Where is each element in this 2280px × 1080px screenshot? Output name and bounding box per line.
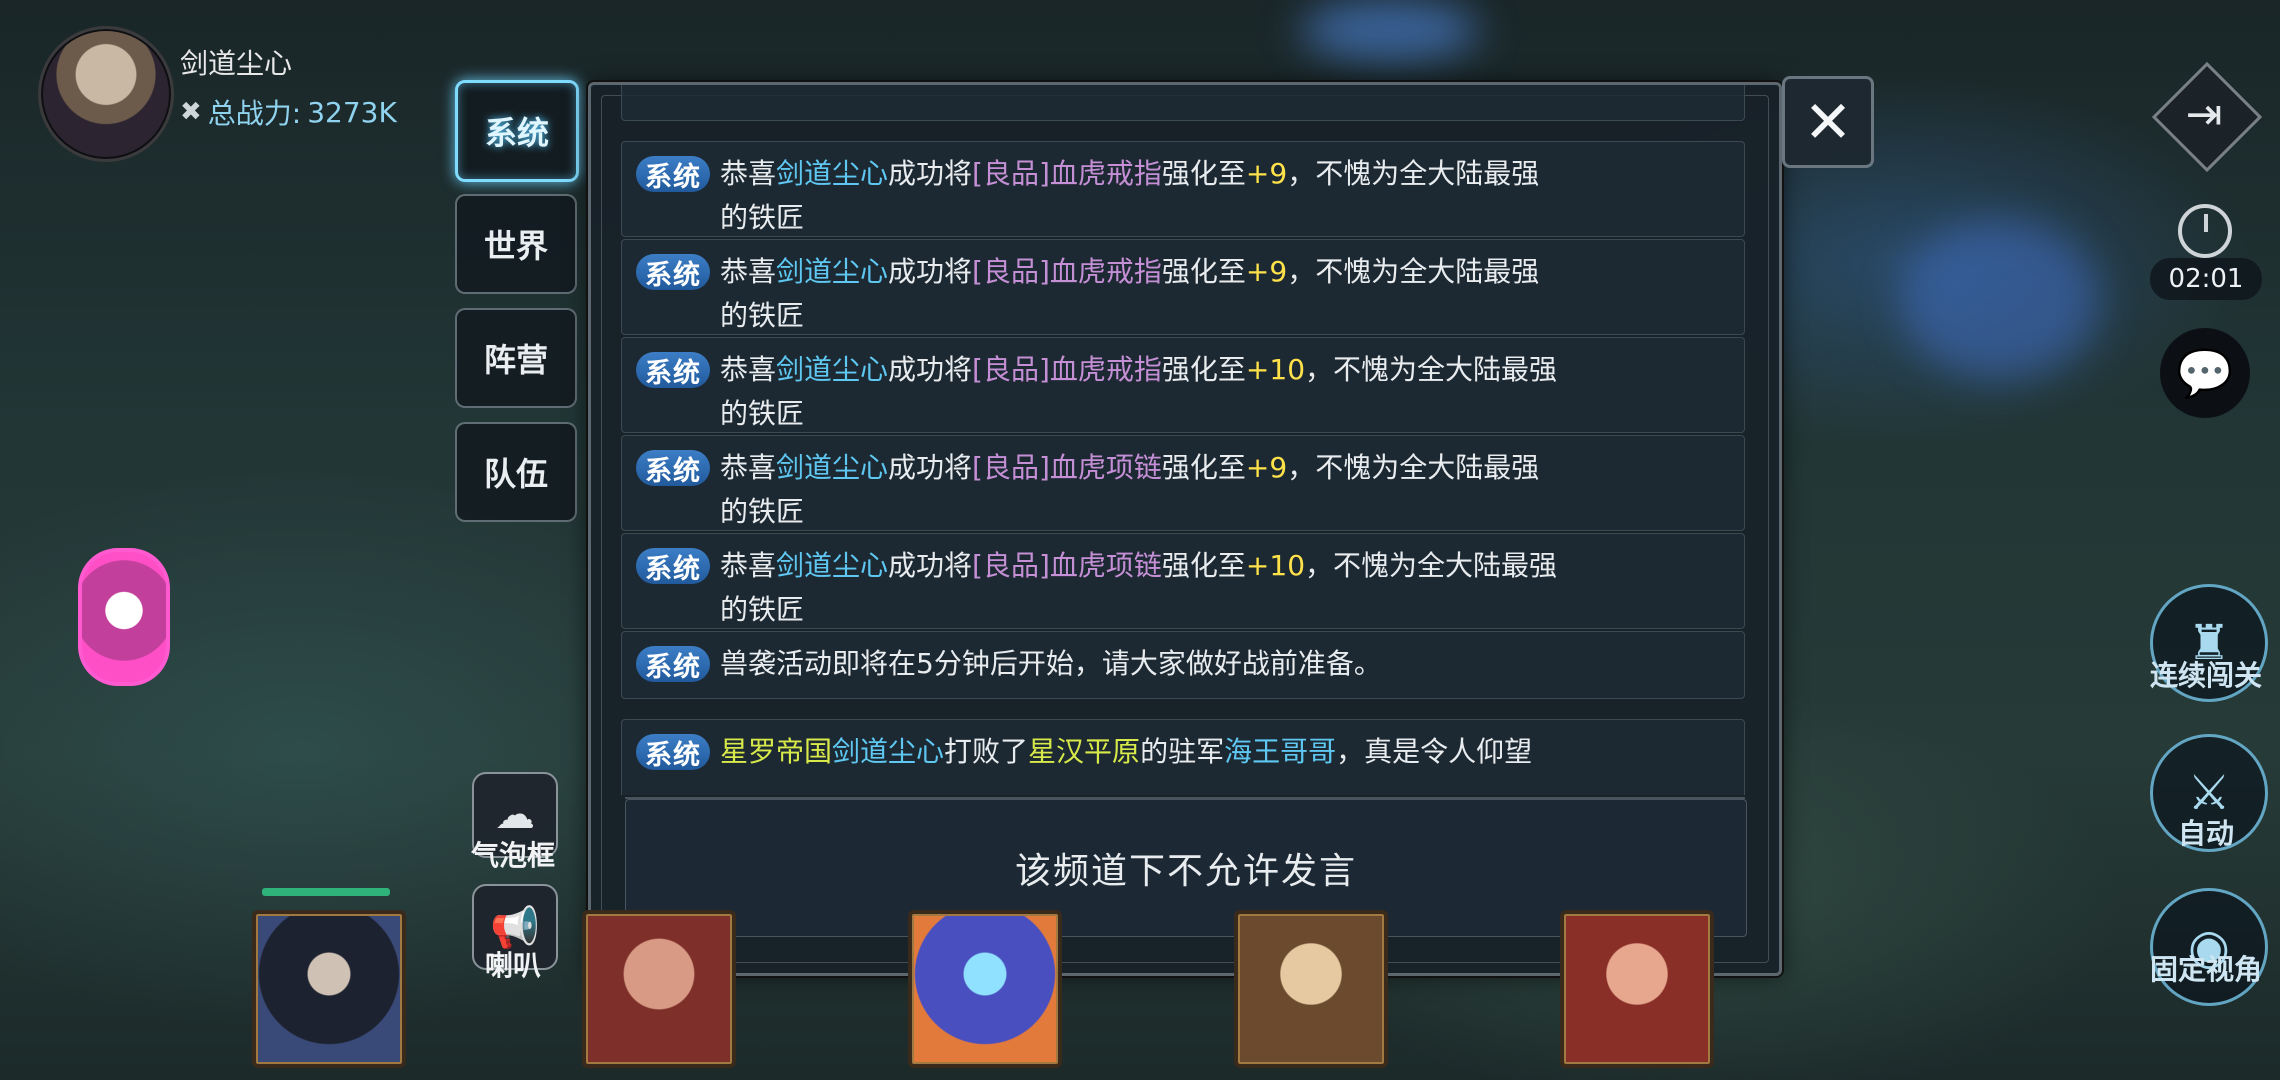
player-avatar[interactable] <box>38 26 174 162</box>
party-portrait[interactable] <box>1234 910 1388 1068</box>
party-portrait[interactable] <box>908 910 1062 1068</box>
list-item: 系统 恭喜剑道尘心成功将[良品]血虎戒指强化至+9，不愧为全大陆最强 的铁匠 <box>621 239 1745 335</box>
list-item: 系统 恭喜剑道尘心成功将[良品]血虎项链强化至+9，不愧为全大陆最强 的铁匠 <box>621 435 1745 531</box>
combat-power: ✖ 总战力: 3273K <box>180 92 397 132</box>
nation-name: 星罗帝国 <box>720 735 833 768</box>
list-item: 系统 兽袭活动即将在5分钟后开始，请大家做好战前准备。 <box>621 631 1745 699</box>
item-link[interactable]: [良品]血虎戒指 <box>972 255 1162 288</box>
party-portrait[interactable] <box>582 910 736 1068</box>
tab-system[interactable]: 系统 <box>455 80 579 182</box>
speech-bubble-icon: ☁ <box>495 792 535 838</box>
chat-bubbles-icon: 💬 <box>2176 345 2234 400</box>
close-icon: ✕ <box>1803 88 1853 156</box>
fixed-view-label: 固定视角 <box>2150 953 2263 986</box>
crossed-swords-icon: ✖ <box>180 97 202 127</box>
background-glow <box>1900 220 2100 380</box>
close-button[interactable]: ✕ <box>1782 76 1874 168</box>
item-link[interactable]: [良品]血虎项链 <box>972 549 1162 582</box>
system-badge: 系统 <box>636 646 710 683</box>
player-link[interactable]: 剑道尘心 <box>776 451 888 484</box>
place-name: 星汉平原 <box>1028 735 1141 768</box>
power-label: 总战力: <box>207 97 302 130</box>
system-badge: 系统 <box>636 734 710 771</box>
message-text: 恭喜剑道尘心成功将[良品]血虎项链强化至+9，不愧为全大陆最强 的铁匠 <box>720 451 1540 528</box>
background-glow <box>1300 0 1480 60</box>
item-link[interactable]: [良品]血虎戒指 <box>972 353 1162 386</box>
message-text: 恭喜剑道尘心成功将[良品]血虎戒指强化至+9，不愧为全大陆最强 的铁匠 <box>720 255 1540 332</box>
bubble-frame-label: 气泡框 <box>470 839 555 872</box>
player-link[interactable]: 剑道尘心 <box>776 157 888 190</box>
system-badge: 系统 <box>636 548 710 585</box>
timer-display: 02:01 <box>2150 258 2262 300</box>
player-info: 剑道尘心 ✖ 总战力: 3273K <box>38 24 458 162</box>
horn-label: 喇叭 <box>484 949 541 982</box>
continue-stage-label: 连续闯关 <box>2150 659 2263 692</box>
tab-team[interactable]: 队伍 <box>455 422 577 522</box>
hp-bar <box>262 888 390 896</box>
message-text: 恭喜剑道尘心成功将[良品]血虎戒指强化至+10，不愧为全大陆最强 的铁匠 <box>720 353 1558 430</box>
list-item: 系统 星罗帝国剑道尘心打败了星汉平原的驻军海王哥哥，真是令人仰望 <box>621 719 1745 795</box>
player-link[interactable]: 剑道尘心 <box>832 735 944 768</box>
power-value: 3273K <box>307 95 397 129</box>
tab-faction[interactable]: 阵营 <box>455 308 577 408</box>
list-item: 系统 恭喜剑道尘心成功将[良品]血虎项链强化至+10，不愧为全大陆最强 的铁匠 <box>621 533 1745 629</box>
message-text: 恭喜剑道尘心成功将[良品]血虎戒指强化至+9，不愧为全大陆最强 的铁匠 <box>720 157 1540 234</box>
system-badge: 系统 <box>636 156 710 193</box>
message-list[interactable]: 系统 恭喜剑道尘心成功将[良品]血虎戒指强化至+9，不愧为全大陆最强 的铁匠 系统… <box>605 85 1765 795</box>
system-badge: 系统 <box>636 254 710 291</box>
exit-icon: ⇥ <box>2185 88 2223 140</box>
stopwatch-icon <box>2178 204 2232 258</box>
chat-panel: 系统 恭喜剑道尘心成功将[良品]血虎戒指强化至+9，不愧为全大陆最强 的铁匠 系统… <box>588 82 1782 976</box>
tab-world[interactable]: 世界 <box>455 194 577 294</box>
player-link[interactable]: 剑道尘心 <box>776 353 888 386</box>
auto-label: 自动 <box>2177 817 2234 850</box>
system-badge: 系统 <box>636 352 710 389</box>
crossed-swords-icon: ⚔ <box>2187 765 2231 821</box>
list-item: 系统 恭喜剑道尘心成功将[良品]血虎戒指强化至+9，不愧为全大陆最强 的铁匠 <box>621 141 1745 237</box>
message-text: 星罗帝国剑道尘心打败了星汉平原的驻军海王哥哥，真是令人仰望 <box>720 735 1533 768</box>
chat-toggle-button[interactable]: 💬 <box>2160 328 2250 418</box>
player-link[interactable]: 剑道尘心 <box>776 549 888 582</box>
item-link[interactable]: [良品]血虎戒指 <box>972 157 1162 190</box>
pet-icon[interactable] <box>78 548 170 686</box>
player-link[interactable]: 剑道尘心 <box>776 255 888 288</box>
party-portrait[interactable] <box>1560 910 1714 1068</box>
fixed-view-button[interactable]: ◉ <box>2150 888 2268 1006</box>
list-item: 系统 恭喜剑道尘心成功将[良品]血虎戒指强化至+10，不愧为全大陆最强 的铁匠 <box>621 337 1745 433</box>
system-badge: 系统 <box>636 450 710 487</box>
list-item <box>621 85 1745 121</box>
message-text: 兽袭活动即将在5分钟后开始，请大家做好战前准备。 <box>720 647 1382 680</box>
message-text: 恭喜剑道尘心成功将[良品]血虎项链强化至+10，不愧为全大陆最强 的铁匠 <box>720 549 1558 626</box>
player-link[interactable]: 海王哥哥 <box>1224 735 1336 768</box>
party-portrait[interactable] <box>252 910 406 1068</box>
item-link[interactable]: [良品]血虎项链 <box>972 451 1162 484</box>
player-name: 剑道尘心 <box>180 47 293 80</box>
